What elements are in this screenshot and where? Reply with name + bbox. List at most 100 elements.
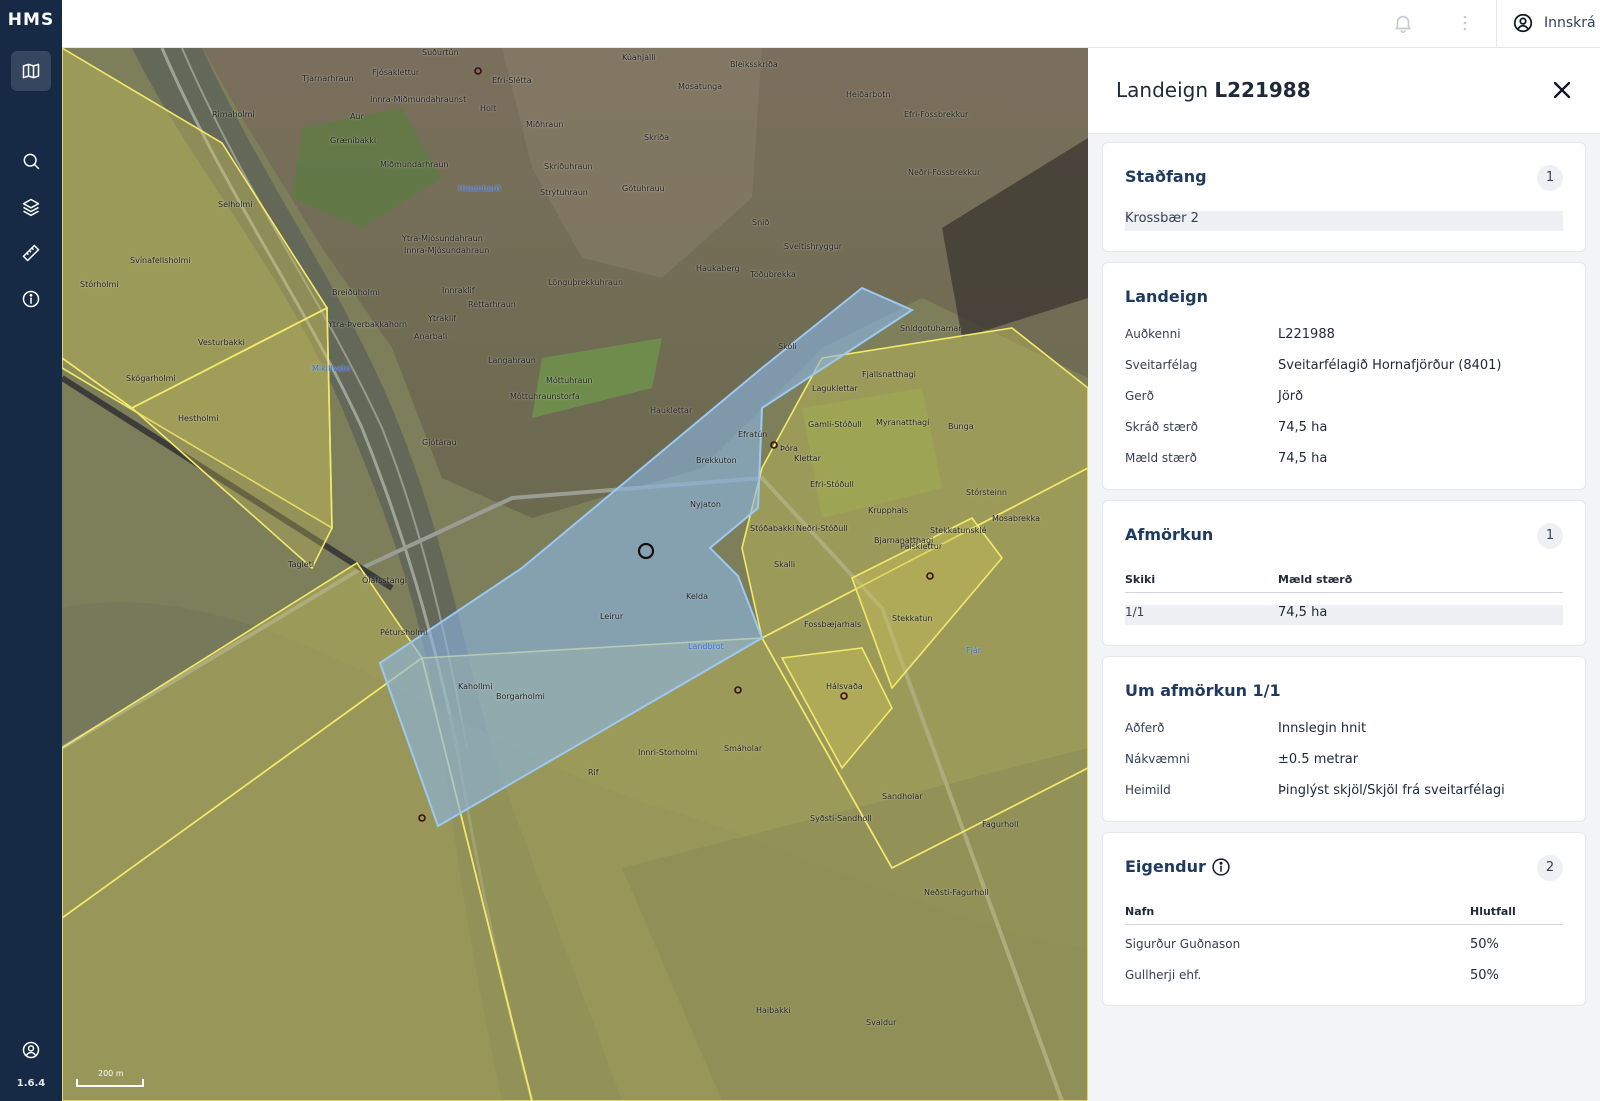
- address-heading: Staðfang: [1125, 167, 1207, 186]
- map-label: Klettar: [794, 454, 821, 463]
- property-row: Mæld stærð 74,5 ha: [1125, 451, 1563, 471]
- map-label: Mosatunga: [678, 82, 723, 91]
- close-panel-button[interactable]: [1548, 76, 1576, 104]
- login-button[interactable]: Innskrá: [1512, 12, 1596, 34]
- map-label: Hestholmi: [178, 414, 219, 423]
- map-label: Kahollmi: [458, 682, 493, 691]
- map-label: Suðurtún: [422, 48, 459, 57]
- hms-logo: HMS: [7, 10, 55, 30]
- property-heading: Landeign: [1125, 287, 1209, 306]
- col-header-share: Hlutfall: [1470, 905, 1516, 918]
- map-label: Kúahjalli: [622, 53, 656, 62]
- top-bar: Innskrá: [62, 0, 1600, 48]
- topbar-divider: [1496, 0, 1497, 48]
- map-label: Neðsti-Fagurholl: [924, 888, 989, 897]
- map-canvas: [62, 48, 1088, 1101]
- search-button[interactable]: [11, 141, 51, 181]
- col-header-name: Nafn: [1125, 905, 1155, 918]
- close-icon: [1553, 81, 1571, 99]
- boundary-details-card: Um afmörkun 1/1 Aðferð Innslegin hnit Ná…: [1102, 656, 1586, 822]
- map-label: Ytraklif: [428, 314, 457, 323]
- info-icon: [1212, 858, 1230, 876]
- property-row: Skráð stærð 74,5 ha: [1125, 420, 1563, 440]
- row-value: L221988: [1278, 327, 1335, 342]
- map-label: Hálsvaða: [826, 682, 863, 691]
- map-label: Bunga: [948, 422, 974, 431]
- row-value: 74,5 ha: [1278, 420, 1328, 435]
- owners-heading: Eigendur: [1125, 857, 1206, 876]
- app-version: 1.6.4: [16, 1078, 46, 1089]
- more-menu-button[interactable]: [1462, 12, 1468, 38]
- detail-row: Heimild Þinglýst skjöl/Skjöl frá sveitar…: [1125, 783, 1563, 803]
- row-value: 74,5 ha: [1278, 605, 1328, 620]
- property-card: Landeign Auðkenni L221988 Sveitarfélag S…: [1102, 262, 1586, 490]
- map-label: Innra-Mjósundahraun: [404, 246, 490, 255]
- notifications-button[interactable]: [1392, 12, 1414, 38]
- panel-title-id: L221988: [1214, 78, 1311, 102]
- property-row: Auðkenni L221988: [1125, 327, 1563, 347]
- map-label: Rif: [588, 768, 599, 777]
- login-label: Innskrá: [1544, 15, 1596, 31]
- row-value: Sveitarfélagið Hornafjörður (8401): [1278, 358, 1502, 373]
- account-button[interactable]: [11, 1030, 51, 1070]
- boundary-table-header: Skiki Mæld stærð: [1125, 569, 1563, 593]
- owner-row: Gullherji ehf. 50%: [1125, 968, 1563, 988]
- map-label: Fossbæjarhals: [804, 620, 862, 629]
- map-label: Móttuhraunstorfa: [510, 392, 580, 401]
- map-button[interactable]: [11, 51, 51, 91]
- map-label: Miðmundarhraun: [380, 160, 449, 169]
- map-label: Breiðuholmi: [332, 288, 380, 297]
- row-value: Innslegin hnit: [1278, 721, 1367, 736]
- map-label: Snið: [752, 218, 770, 227]
- row-key: 1/1: [1125, 605, 1145, 619]
- map-label: Aur: [350, 112, 364, 121]
- map-label: Ytra-Mjósundahraun: [402, 234, 483, 243]
- row-key: Sveitarfélag: [1125, 358, 1198, 372]
- map-label: Efri-Slétta: [492, 76, 532, 85]
- owners-info-button[interactable]: [1211, 857, 1231, 877]
- row-key: Auðkenni: [1125, 327, 1181, 341]
- map-label: Stekkatunsklé: [930, 526, 987, 535]
- layers-icon: [22, 198, 40, 217]
- map-label: Þóra: [780, 444, 798, 453]
- ruler-icon: [22, 244, 40, 262]
- owner-name: Sigurður Guðnason: [1125, 937, 1241, 951]
- map-label: Ólafsstangi: [362, 576, 407, 585]
- boundary-row[interactable]: 1/1 74,5 ha: [1125, 605, 1563, 625]
- map-label: Neðri-Fossbrekkur: [908, 168, 981, 177]
- map-label: Móttuhraun: [546, 376, 593, 385]
- owners-card: Eigendur 2 Nafn Hlutfall Sigurður Guðnas…: [1102, 832, 1586, 1006]
- map-label: Réttarhraun: [468, 300, 516, 309]
- boundary-details-heading: Um afmörkun 1/1: [1125, 681, 1281, 700]
- map-label: Mosabrekka: [992, 514, 1041, 523]
- map-label: Gjótárau: [422, 438, 457, 447]
- map-label: Snidgotuhamar: [900, 324, 962, 333]
- map-label: Holt: [480, 104, 497, 113]
- map-label: Fjár: [966, 646, 982, 655]
- row-value: 74,5 ha: [1278, 451, 1328, 466]
- map-label: Innraklif: [442, 286, 475, 295]
- bell-icon: [1395, 15, 1411, 33]
- detail-row: Aðferð Innslegin hnit: [1125, 721, 1563, 741]
- map-label: Skalli: [774, 560, 796, 569]
- address-row[interactable]: Krossbær 2: [1125, 211, 1563, 231]
- map-label: Kelda: [686, 592, 708, 601]
- detail-row: Nákvæmni ±0.5 metrar: [1125, 752, 1563, 772]
- map-label: Myranatthagi: [876, 418, 930, 427]
- map-label: Brekkuton: [696, 456, 737, 465]
- address-card: Staðfang 1 Krossbær 2: [1102, 142, 1586, 252]
- boundary-count-badge: 1: [1537, 523, 1563, 549]
- map-label: Selholmi: [218, 200, 253, 209]
- address-count-badge: 1: [1537, 165, 1563, 191]
- row-value: Jörð: [1278, 389, 1304, 404]
- layers-button[interactable]: [11, 187, 51, 227]
- info-button[interactable]: [11, 279, 51, 319]
- map-view[interactable]: Suðurtún Tjarnarhraun Fjósaklettur Efri-…: [62, 48, 1088, 1101]
- map-label: Efratún: [738, 430, 768, 439]
- measure-button[interactable]: [11, 233, 51, 273]
- map-scale-bar: 200 m: [76, 1069, 144, 1087]
- map-label: Skriða: [644, 133, 670, 142]
- map-label: Skriðuhraun: [544, 162, 593, 171]
- address-value: Krossbær 2: [1125, 211, 1199, 226]
- map-label: Strýtuhraun: [540, 188, 588, 197]
